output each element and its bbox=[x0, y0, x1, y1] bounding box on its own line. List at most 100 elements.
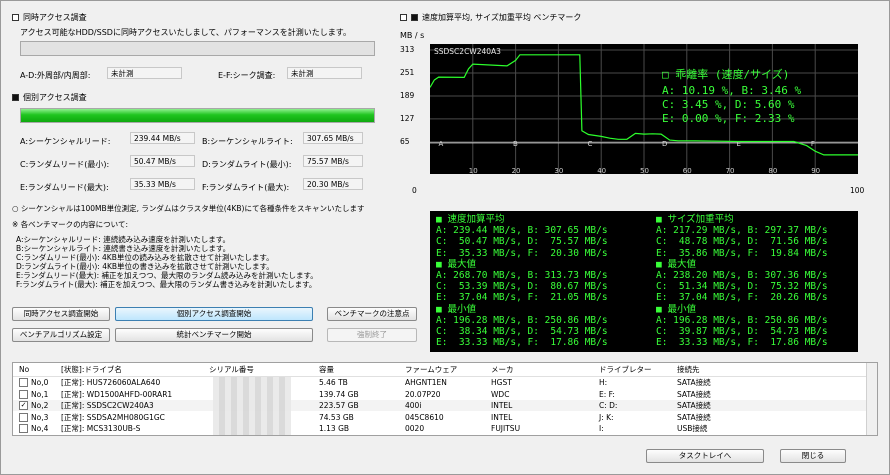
row-capacity: 74.53 GB bbox=[319, 412, 354, 422]
stats-heading: ■ 最大値 bbox=[656, 258, 696, 270]
stats-heading: ■ 最小値 bbox=[656, 303, 696, 315]
individual-start-button[interactable]: 個別アクセス調査開始 bbox=[115, 307, 313, 321]
x-tick-label: 10 bbox=[469, 167, 478, 174]
row-capacity: 223.57 GB bbox=[319, 401, 359, 410]
ad-label: A-D:外周部/内周部: bbox=[20, 71, 91, 80]
table-row[interactable]: No,1 [正常]: WD1500AHFD-00RAR1 139.74 GB 20.0… bbox=[13, 389, 877, 400]
col-drive-letter[interactable]: ドライブレター bbox=[599, 363, 652, 376]
table-row[interactable]: No,0 [正常]: HUS726060ALA640 5.46 TB AHGNT1EN… bbox=[13, 377, 877, 388]
notes-heading: ※ 各ベンチマークの内容について: bbox=[12, 220, 128, 229]
field-label-a: A:シーケンシャルリード: bbox=[20, 137, 111, 146]
stats-line: A: 268.70 MB/s, B: 313.73 MB/s bbox=[436, 270, 608, 281]
row-no: No,1 bbox=[31, 389, 49, 399]
row-drive-name: [正常]: HUS726060ALA640 bbox=[61, 378, 161, 387]
benchmark-chart: A B C D E F10 20 30 40 50 60 70 80 90SSDSC2CW240A3□ 乖… bbox=[430, 44, 858, 174]
row-drive-name: [正常]: SSDSA2MH080G1GC bbox=[61, 412, 165, 422]
row-firmware: 400i bbox=[405, 401, 422, 410]
x-axis-outer-labels: 0 100 bbox=[412, 176, 864, 195]
row-drive-letter: H: bbox=[599, 378, 608, 387]
drive-table: No [状態]:ドライブ名 シリアル番号 容量 ファームウェア メーカ ドライブ… bbox=[12, 362, 878, 436]
stats-line: E: 33.33 MB/s, F: 17.86 MB/s bbox=[436, 337, 608, 349]
row-capacity: 5.46 TB bbox=[319, 378, 348, 387]
x-tick-label: 30 bbox=[554, 167, 563, 174]
annotation-line: E: 0.00 %, F: 2.33 % bbox=[662, 112, 795, 125]
field-value-f: 20.30 MB/s bbox=[303, 178, 363, 190]
ef-value: 未計測 bbox=[287, 67, 362, 79]
col-no[interactable]: No bbox=[19, 363, 29, 376]
scan-note: ○ シーケンシャルは100MB単位測定, ランダムはクラスタ単位(4KB)にて各… bbox=[12, 204, 365, 213]
x-tick-label: 60 bbox=[683, 167, 692, 174]
row-connection: SATA接続 bbox=[677, 378, 711, 387]
row-connection: SATA接続 bbox=[677, 412, 711, 422]
stats-line: A: 196.28 MB/s, B: 250.86 MB/s bbox=[436, 314, 608, 326]
annotation-line: A: 10.19 %, B: 3.46 % bbox=[662, 84, 801, 97]
checkbox-square-icon bbox=[12, 14, 19, 21]
ad-value: 未計測 bbox=[107, 67, 182, 79]
y-tick-label: 127 bbox=[400, 113, 415, 123]
table-row[interactable]: No,3 [正常]: SSDSA2MH080G1GC 74.53 GB 045C861… bbox=[13, 412, 877, 423]
col-maker[interactable]: メーカ bbox=[491, 363, 514, 376]
individual-section-title: 個別アクセス調査 bbox=[12, 92, 87, 103]
x-tick-label: 50 bbox=[640, 167, 649, 174]
tasktray-button[interactable]: タスクトレイへ bbox=[646, 449, 764, 463]
x-tick-label: 40 bbox=[597, 167, 606, 174]
field-value-a: 239.44 MB/s bbox=[130, 132, 195, 144]
row-drive-letter: J: K: bbox=[599, 412, 614, 422]
col-firmware[interactable]: ファームウェア bbox=[405, 363, 457, 376]
filled-square-icon bbox=[411, 14, 418, 21]
stats-line: E: 35.86 MB/s, F: 19.84 MB/s bbox=[656, 247, 828, 259]
note-line-f: F:ランダムライト(最大): 補正を加えつつ、最大限のランダム書き込みを計測いた… bbox=[16, 280, 317, 289]
row-checkbox[interactable] bbox=[19, 378, 28, 387]
stats-line: C: 38.34 MB/s, D: 54.73 MB/s bbox=[436, 326, 608, 337]
statistics-start-button[interactable]: 統計ベンチマーク開始 bbox=[115, 328, 313, 342]
segment-marker: F bbox=[811, 140, 815, 148]
col-connection[interactable]: 接続先 bbox=[677, 363, 700, 376]
close-button[interactable]: 閉じる bbox=[780, 449, 846, 463]
chart-title-text: 速度加算平均, サイズ加重平均 ベンチマーク bbox=[422, 13, 582, 22]
simultaneous-start-button[interactable]: 同時アクセス調査開始 bbox=[12, 307, 110, 321]
col-serial[interactable]: シリアル番号 bbox=[209, 363, 254, 376]
chart-ylabel: MB / s bbox=[400, 31, 425, 40]
row-firmware: 20.07P20 bbox=[405, 389, 441, 399]
table-row[interactable]: No,4 [正常]: MCS3130UB-S 1.13 GB 0020 FUJITSU I… bbox=[13, 423, 877, 434]
stats-line: C: 48.78 MB/s, D: 71.56 MB/s bbox=[656, 236, 828, 248]
individual-progress-fill bbox=[21, 109, 374, 122]
row-firmware: AHGNT1EN bbox=[405, 378, 447, 387]
stats-line: E: 37.04 MB/s, F: 21.05 MB/s bbox=[436, 292, 608, 304]
stats-panel: ■ 速度加算平均 A: 239.44 MB/s, B: 307.65 MB/s C:… bbox=[430, 211, 858, 352]
access-title-text: 同時アクセス調査 bbox=[23, 13, 87, 22]
stats-line: C: 50.47 MB/s, D: 75.57 MB/s bbox=[436, 236, 608, 248]
field-value-d: 75.57 MB/s bbox=[303, 155, 363, 167]
field-value-c: 50.47 MB/s bbox=[130, 155, 195, 167]
row-checkbox[interactable] bbox=[19, 412, 28, 422]
stats-heading: ■ 最大値 bbox=[436, 258, 476, 270]
row-drive-letter: I: bbox=[599, 424, 604, 433]
col-drive-name[interactable]: [状態]:ドライブ名 bbox=[61, 363, 122, 376]
y-tick-label: 251 bbox=[400, 67, 415, 77]
row-no: No,4 bbox=[31, 424, 49, 433]
row-maker: FUJITSU bbox=[491, 424, 521, 433]
row-drive-letter: E: F: bbox=[599, 389, 615, 399]
col-capacity[interactable]: 容量 bbox=[319, 363, 334, 376]
row-drive-letter: C: D: bbox=[599, 401, 618, 410]
table-row[interactable]: ✓ No,2 [正常]: SSDSC2CW240A3 223.57 GB 400i INT… bbox=[13, 400, 877, 411]
row-checkbox[interactable] bbox=[19, 389, 28, 399]
benchmark-caution-button[interactable]: ベンチマークの注意点 bbox=[327, 307, 417, 321]
x-outer-tick-label: 0 bbox=[412, 186, 417, 195]
table-header: No [状態]:ドライブ名 シリアル番号 容量 ファームウェア メーカ ドライブ… bbox=[13, 363, 869, 377]
row-maker: WDC bbox=[491, 389, 510, 399]
row-checkbox[interactable] bbox=[19, 424, 28, 433]
bench-algorithm-button[interactable]: ベンチアルゴリズム設定 bbox=[12, 328, 110, 342]
row-checkbox[interactable]: ✓ bbox=[19, 401, 28, 410]
access-description: アクセス可能なHDD/SSDに同時アクセスいたしまして、パフォーマンスを計測いた… bbox=[20, 28, 351, 37]
y-tick-label: 65 bbox=[400, 136, 410, 146]
row-connection: USB接続 bbox=[677, 424, 708, 433]
access-section-title: 同時アクセス調査 bbox=[12, 12, 87, 23]
table-scrollbar[interactable] bbox=[866, 363, 877, 435]
x-outer-tick-label: 100 bbox=[850, 186, 865, 195]
stats-heading: ■ 速度加算平均 bbox=[436, 214, 505, 225]
x-tick-label: 20 bbox=[512, 167, 521, 174]
segment-marker: B bbox=[513, 140, 518, 148]
annotation-line: C: 3.45 %, D: 5.60 % bbox=[662, 98, 795, 111]
row-maker: INTEL bbox=[491, 412, 513, 422]
